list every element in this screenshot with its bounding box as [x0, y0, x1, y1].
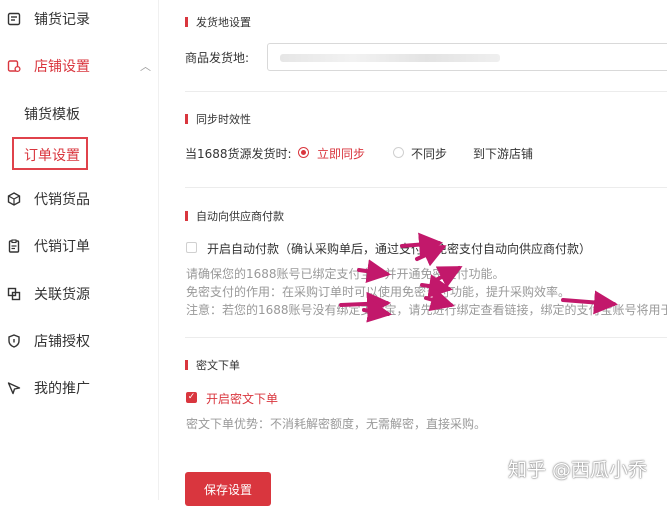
- section-title-text: 发货地设置: [196, 16, 251, 29]
- sidebar-item-label: 店铺设置: [34, 59, 90, 75]
- sidebar-item-my-promotion[interactable]: 我的推广: [0, 370, 158, 406]
- radio-no-sync[interactable]: [393, 147, 404, 158]
- sidebar-item-consignment-goods[interactable]: 代销货品: [0, 181, 158, 217]
- sidebar: 铺货记录 店铺设置 ︿ 铺货模板 订单设置 代销货品 代销订单 关联货源 店铺授…: [0, 0, 158, 500]
- package-icon: [6, 191, 22, 207]
- record-icon: [6, 11, 22, 27]
- store-settings-icon: [6, 58, 22, 74]
- auto-pay-checkbox-label[interactable]: 开启自动付款（确认采购单后，通过支付宝免密支付自动向供应商付款）: [207, 240, 591, 257]
- sidebar-subitem-order-settings[interactable]: 订单设置: [24, 145, 80, 165]
- chevron-up-icon[interactable]: ︿: [140, 58, 151, 74]
- encrypted-order-checkbox[interactable]: ✓: [186, 392, 197, 403]
- sidebar-item-label: 关联货源: [34, 287, 90, 303]
- save-settings-button[interactable]: 保存设置: [185, 472, 271, 506]
- section-title-encrypted: 密文下单: [185, 357, 240, 373]
- sync-suffix-label: 到下游店铺: [473, 147, 534, 161]
- radio-sync-now[interactable]: [298, 147, 309, 158]
- auto-pay-note-3: 注意：若您的1688账号没有绑定支付宝，请先进行绑定查看链接，绑定的支付宝账号将…: [186, 303, 667, 317]
- sidebar-item-label: 我的推广: [34, 381, 90, 397]
- section-marker: [185, 211, 188, 221]
- blurred-address: [280, 54, 500, 62]
- order-icon: [6, 238, 22, 254]
- encrypted-order-note: 密文下单优势：不消耗解密额度，无需解密，直接采购。: [186, 417, 487, 431]
- sync-prefix-label: 当1688货源发货时:: [185, 147, 292, 161]
- section-divider: [185, 91, 667, 92]
- radio-no-sync-label[interactable]: 不同步: [411, 145, 447, 162]
- auto-pay-note-1: 请确保您的1688账号已绑定支付宝，并开通免密支付功能。: [186, 267, 505, 281]
- main-content: 发货地设置 商品发货地: 同步时效性 当1688货源发货时: 立即同步 不同步 …: [159, 0, 667, 506]
- shield-icon: [6, 333, 22, 349]
- link-source-icon: [6, 286, 22, 302]
- sidebar-item-label: 代销订单: [34, 239, 90, 255]
- radio-sync-now-label[interactable]: 立即同步: [317, 145, 365, 162]
- auto-pay-note-2: 免密支付的作用：在采购订单时可以使用免密支付功能，提升采购效率。: [186, 285, 571, 299]
- section-title-sync: 同步时效性: [185, 111, 251, 127]
- section-title-shipping: 发货地设置: [185, 14, 251, 30]
- section-title-auto-pay: 自动向供应商付款: [185, 208, 284, 224]
- sidebar-item-label: 代销货品: [34, 192, 90, 208]
- section-divider: [185, 337, 667, 338]
- section-marker: [185, 114, 188, 124]
- sidebar-item-distribution-records[interactable]: 铺货记录: [0, 1, 158, 37]
- sidebar-item-label: 铺货记录: [34, 12, 90, 28]
- watermark: 知乎 @西瓜小乔: [508, 459, 648, 481]
- section-title-text: 自动向供应商付款: [196, 210, 284, 223]
- sidebar-subitem-distribution-template[interactable]: 铺货模板: [24, 104, 80, 124]
- sidebar-item-consignment-orders[interactable]: 代销订单: [0, 228, 158, 264]
- section-title-text: 同步时效性: [196, 113, 251, 126]
- sidebar-item-label: 店铺授权: [34, 334, 90, 350]
- promotion-icon: [6, 380, 22, 396]
- shipping-location-input[interactable]: [267, 43, 667, 71]
- section-marker: [185, 17, 188, 27]
- encrypted-order-checkbox-label[interactable]: 开启密文下单: [206, 390, 278, 407]
- shipping-field-label: 商品发货地:: [185, 51, 250, 65]
- sidebar-item-linked-sources[interactable]: 关联货源: [0, 276, 158, 312]
- sidebar-item-store-authorization[interactable]: 店铺授权: [0, 323, 158, 359]
- auto-pay-checkbox[interactable]: [186, 242, 197, 253]
- sidebar-item-store-settings[interactable]: 店铺设置 ︿: [0, 48, 158, 84]
- section-title-text: 密文下单: [196, 359, 240, 372]
- section-divider: [185, 187, 667, 188]
- section-marker: [185, 360, 188, 370]
